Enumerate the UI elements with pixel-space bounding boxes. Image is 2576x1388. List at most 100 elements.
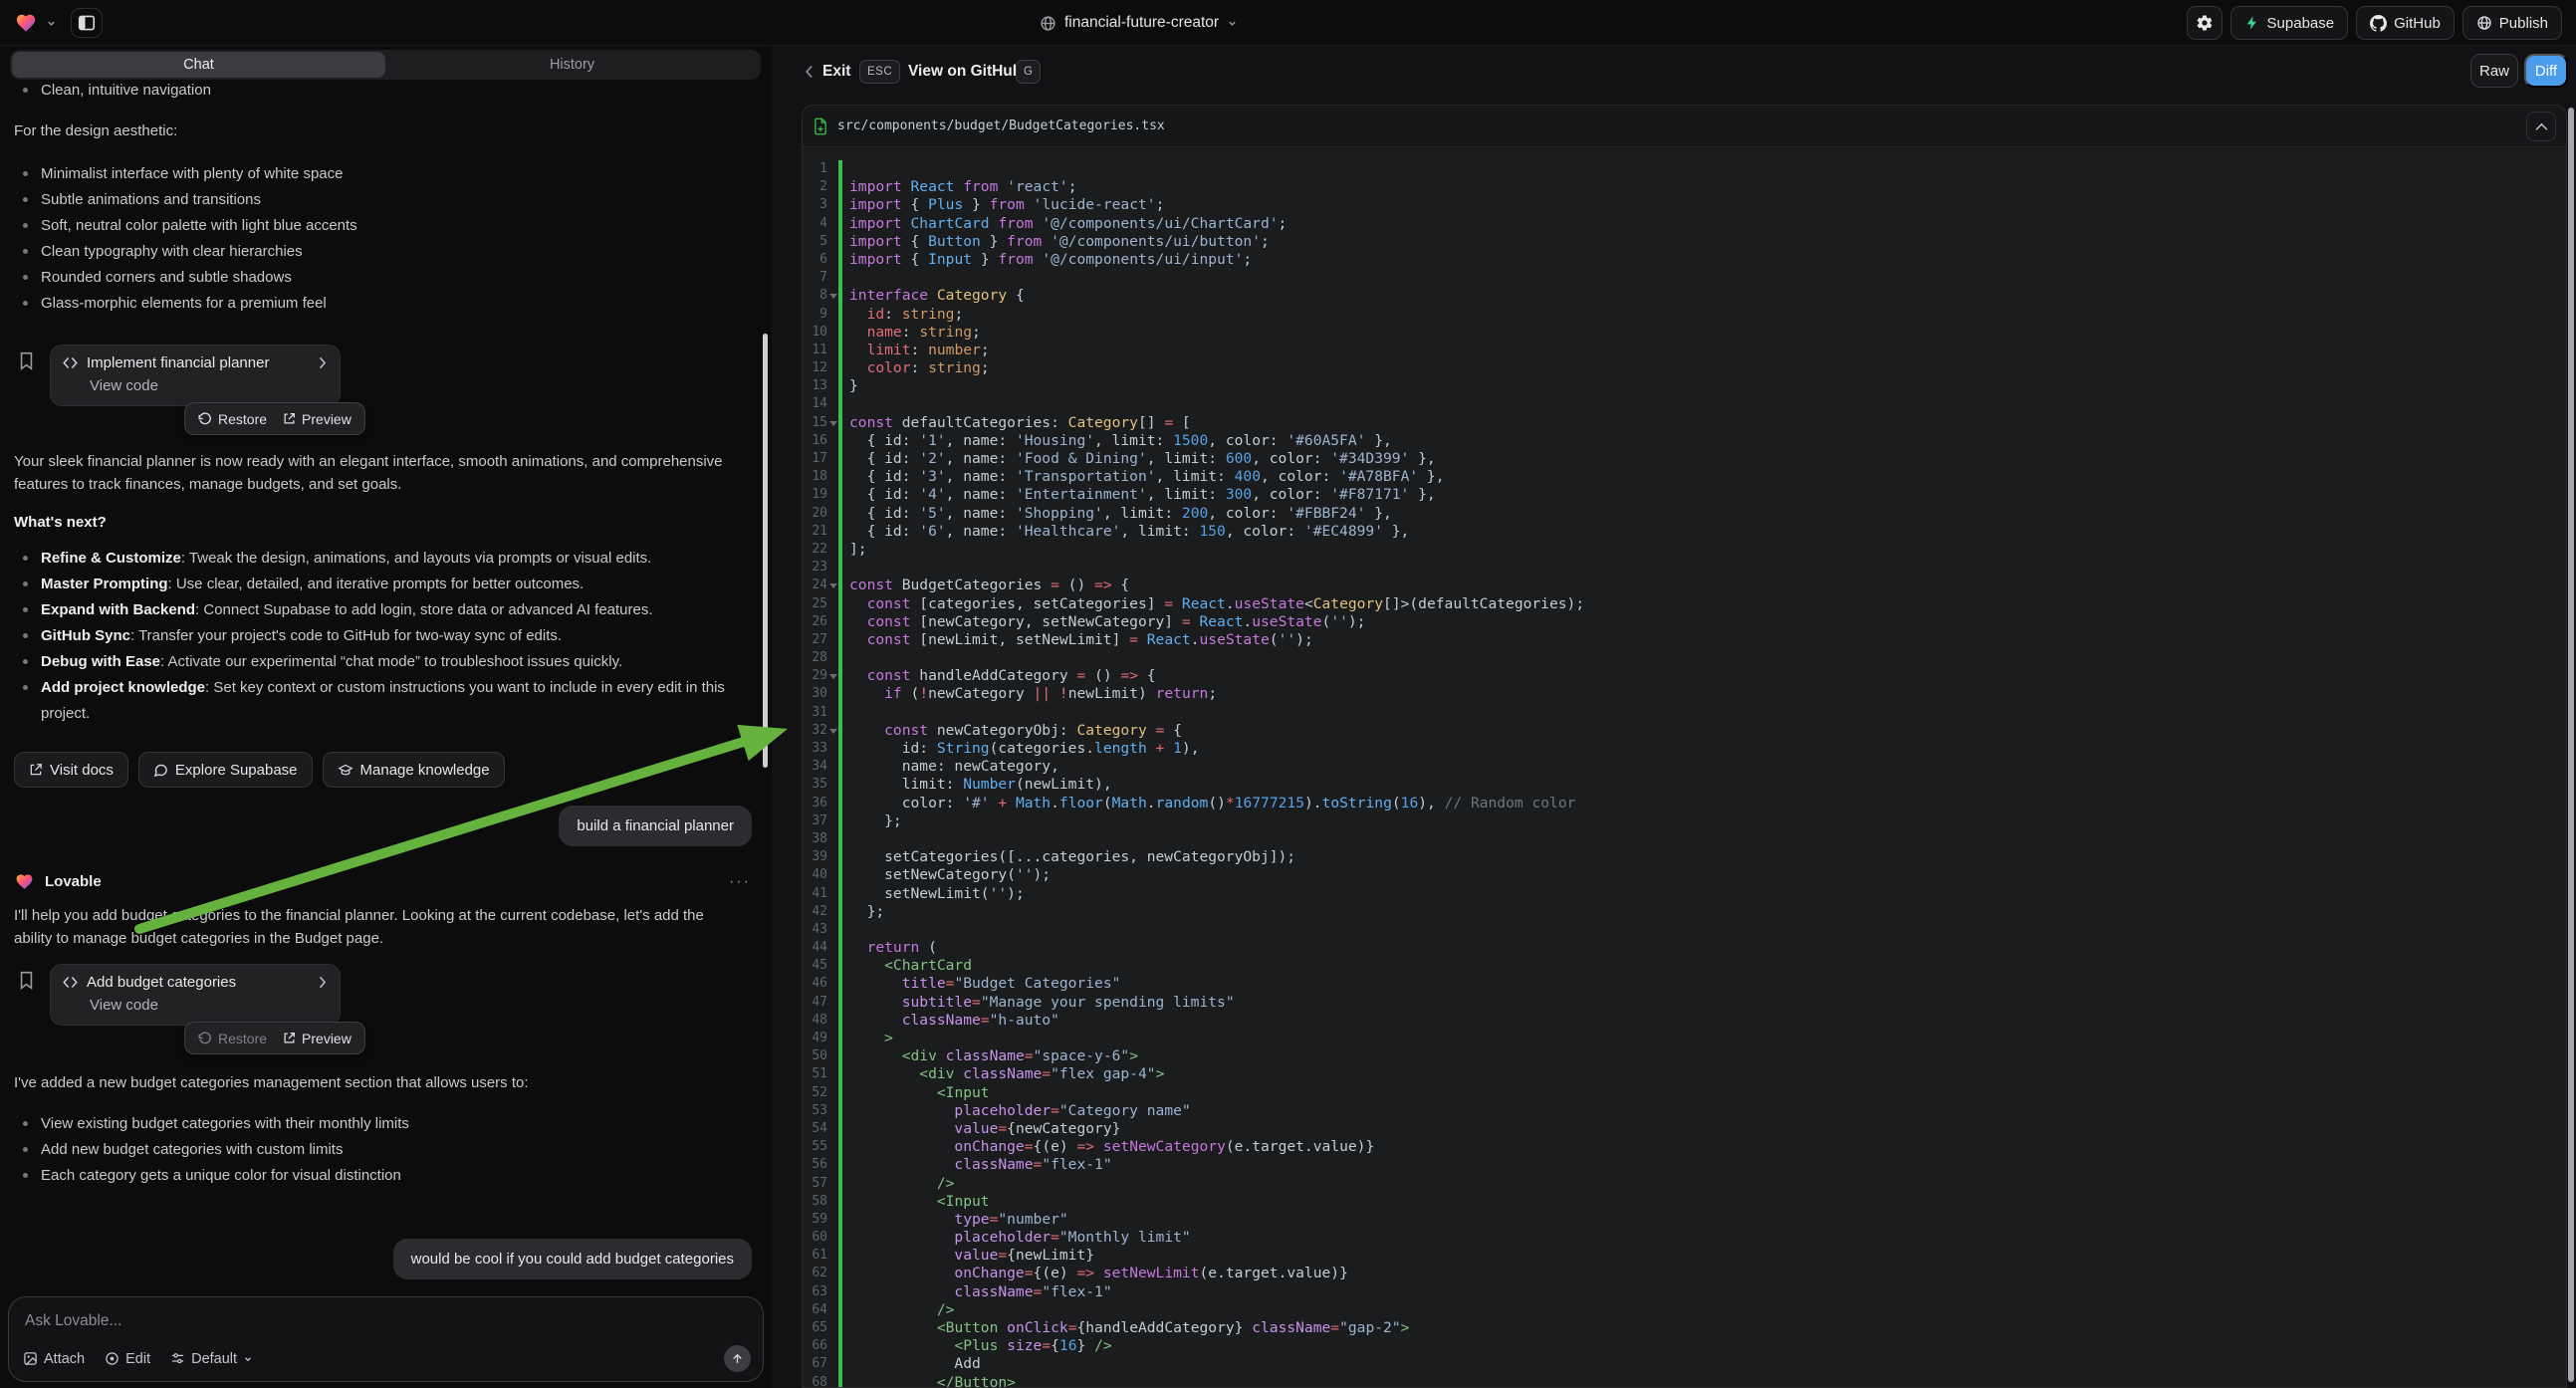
code-line: 46 title="Budget Categories" <box>803 975 2566 993</box>
heart-icon <box>14 12 38 34</box>
code-line: 55 onChange={(e) => setNewCategory(e.tar… <box>803 1138 2566 1156</box>
fold-caret-icon[interactable] <box>829 729 837 734</box>
view-on-github-button[interactable]: View on GitHub <box>908 54 1022 90</box>
settings-button[interactable] <box>2187 6 2223 40</box>
code-line: 14 <box>803 395 2566 413</box>
edit-button[interactable]: Edit <box>105 1351 150 1367</box>
code-line: 50 <div className="space-y-6"> <box>803 1047 2566 1065</box>
panel-left-icon <box>78 15 96 31</box>
diff-tab-button[interactable]: Diff <box>2524 54 2568 88</box>
project-selector[interactable]: financial-future-creator <box>1040 0 1238 46</box>
visit-docs-button[interactable]: Visit docs <box>14 752 128 788</box>
bookmark-icon[interactable] <box>18 350 35 371</box>
code-line: 67 Add <box>803 1355 2566 1373</box>
list-item: Master Prompting: Use clear, detailed, a… <box>14 572 751 597</box>
view-code-link[interactable]: View code <box>90 377 328 394</box>
list-item: Each category gets a unique color for vi… <box>14 1163 751 1189</box>
code-line: 1 <box>803 160 2566 178</box>
code-line: 22]; <box>803 541 2566 559</box>
tab-history[interactable]: History <box>385 52 759 78</box>
preview-button[interactable]: Preview <box>283 1031 351 1046</box>
code-line: 27 const [newLimit, setNewLimit] = React… <box>803 631 2566 649</box>
chevron-right-icon <box>317 976 328 989</box>
sidebar-toggle-button[interactable] <box>71 8 103 38</box>
lovable-logo[interactable] <box>14 12 38 34</box>
code-line: 20 { id: '5', name: 'Shopping', limit: 2… <box>803 505 2566 523</box>
suggestion-buttons: Visit docs Explore Supabase Manage knowl… <box>14 752 751 788</box>
code-line: 57 /> <box>803 1175 2566 1193</box>
list-item: Clean typography with clear hierarchies <box>14 239 751 265</box>
fold-caret-icon[interactable] <box>829 583 837 588</box>
list-item: Refine & Customize: Tweak the design, an… <box>14 546 751 572</box>
manage-knowledge-button[interactable]: Manage knowledge <box>323 752 505 788</box>
send-button[interactable] <box>724 1345 751 1372</box>
publish-button[interactable]: Publish <box>2462 6 2562 40</box>
list-item: Glass-morphic elements for a premium fee… <box>14 291 751 317</box>
code-line: 29 const handleAddCategory = () => { <box>803 667 2566 685</box>
fold-caret-icon[interactable] <box>829 674 837 679</box>
code-line: 61 value={newLimit} <box>803 1247 2566 1265</box>
code-line: 66 <Plus size={16} /> <box>803 1337 2566 1355</box>
file-path: src/components/budget/BudgetCategories.t… <box>837 118 1165 133</box>
chat-panel: Chat History Clean, intuitive navigation… <box>0 46 772 1388</box>
code-line: 4import ChartCard from '@/components/ui/… <box>803 215 2566 233</box>
list-item: Add project knowledge: Set key context o… <box>14 675 751 727</box>
user-message-bubble: build a financial planner <box>559 806 752 846</box>
version-card-add-budget-categories[interactable]: Add budget categories View code <box>50 964 341 1026</box>
project-chevron-down-icon <box>1227 18 1238 29</box>
code-line: 19 { id: '4', name: 'Entertainment', lim… <box>803 486 2566 504</box>
restore-button[interactable]: Restore <box>198 411 267 427</box>
file-plus-icon <box>813 117 828 135</box>
more-options-icon[interactable]: ··· <box>729 873 751 891</box>
code-file-card: src/components/budget/BudgetCategories.t… <box>802 105 2567 1388</box>
select-target-icon <box>105 1351 119 1366</box>
code-icon <box>63 356 78 369</box>
list-item: Expand with Backend: Connect Supabase to… <box>14 597 751 623</box>
assistant-paragraph: I've added a new budget categories manag… <box>14 1071 746 1094</box>
chat-history-tabs: Chat History <box>10 50 761 80</box>
attach-button[interactable]: Attach <box>23 1351 85 1367</box>
back-chevron-icon[interactable] <box>804 54 816 90</box>
window-scrollbar[interactable] <box>2568 108 2574 1382</box>
fold-caret-icon[interactable] <box>829 294 837 299</box>
design-bullet-list: Minimalist interface with plenty of whit… <box>14 161 751 317</box>
github-button[interactable]: GitHub <box>2356 6 2455 40</box>
external-link-icon <box>283 1032 296 1044</box>
view-code-link[interactable]: View code <box>90 997 328 1014</box>
code-line: 45 <ChartCard <box>803 957 2566 975</box>
code-line: 16 { id: '1', name: 'Housing', limit: 15… <box>803 432 2566 450</box>
chat-scrollbar[interactable] <box>763 334 768 768</box>
explore-supabase-button[interactable]: Explore Supabase <box>138 752 313 788</box>
version-title: Implement financial planner <box>87 354 308 371</box>
tab-chat[interactable]: Chat <box>12 52 385 78</box>
project-name: financial-future-creator <box>1064 14 1219 32</box>
preview-button[interactable]: Preview <box>283 411 351 427</box>
raw-tab-button[interactable]: Raw <box>2470 54 2518 88</box>
code-line: 51 <div className="flex gap-4"> <box>803 1065 2566 1083</box>
supabase-button[interactable]: Supabase <box>2230 6 2349 40</box>
esc-key-badge: ESC <box>859 54 900 90</box>
code-line: 7 <box>803 269 2566 287</box>
chat-composer[interactable]: Ask Lovable... Attach Edit <box>8 1296 764 1382</box>
code-line: 64 /> <box>803 1301 2566 1319</box>
chat-input[interactable]: Ask Lovable... <box>25 1312 747 1330</box>
code-line: 52 <Input <box>803 1084 2566 1102</box>
code-line: 35 limit: Number(newLimit), <box>803 776 2566 794</box>
file-header[interactable]: src/components/budget/BudgetCategories.t… <box>803 106 2566 147</box>
code-line: 12 color: string; <box>803 359 2566 377</box>
collapse-file-button[interactable] <box>2526 112 2556 141</box>
code-line: 6import { Input } from '@/components/ui/… <box>803 251 2566 269</box>
version-title: Add budget categories <box>87 974 308 991</box>
exit-button[interactable]: Exit <box>822 54 850 90</box>
code-line: 53 placeholder="Category name" <box>803 1102 2566 1120</box>
restore-button[interactable]: Restore <box>198 1031 267 1046</box>
code-line: 59 type="number" <box>803 1211 2566 1229</box>
code-line: 43 <box>803 921 2566 939</box>
external-link-icon <box>283 412 296 425</box>
fold-caret-icon[interactable] <box>829 421 837 426</box>
mode-selector[interactable]: Default <box>170 1351 253 1367</box>
logo-chevron-down-icon[interactable] <box>46 18 57 29</box>
version-card-implement-financial-planner[interactable]: Implement financial planner View code <box>50 345 341 406</box>
bookmark-icon[interactable] <box>18 970 35 991</box>
lovable-app-window: financial-future-creator Supabase <box>0 0 2576 1388</box>
